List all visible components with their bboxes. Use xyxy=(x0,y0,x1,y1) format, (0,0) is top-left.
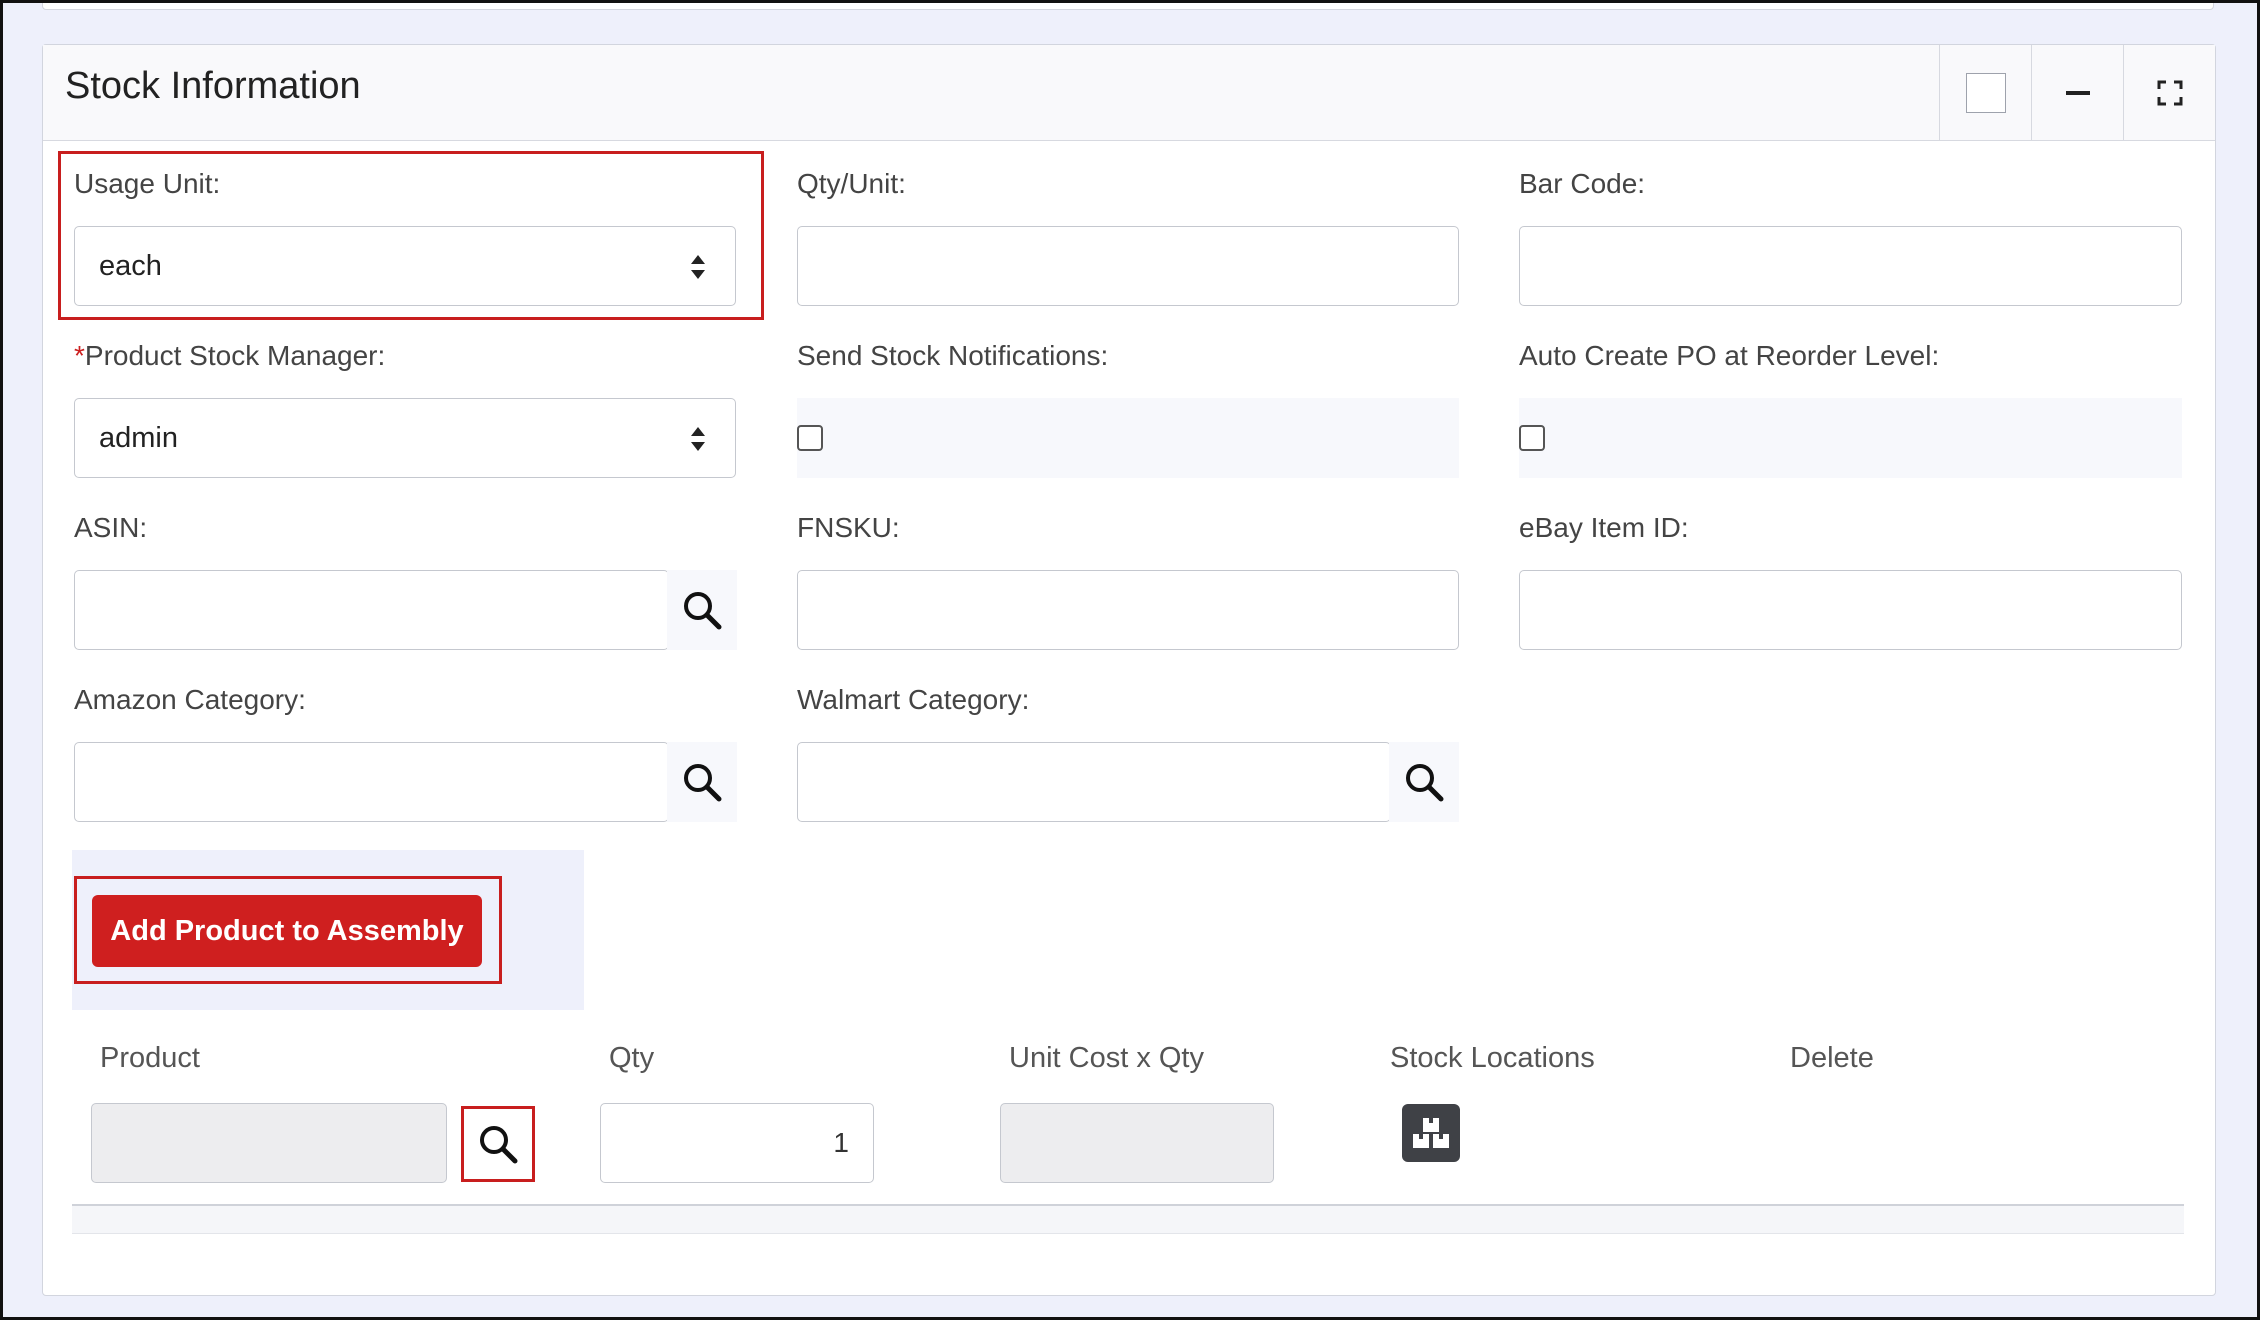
toggle-square-button[interactable] xyxy=(1939,45,2031,141)
panel-header: Stock Information xyxy=(43,45,2215,141)
column-header-delete: Delete xyxy=(1790,1042,1874,1074)
qty-unit-label: Qty/Unit: xyxy=(797,168,906,199)
bar-code-label: Bar Code: xyxy=(1519,168,1646,199)
qty-unit-input[interactable] xyxy=(797,226,1459,306)
stock-locations-button[interactable] xyxy=(1402,1104,1460,1162)
search-icon xyxy=(684,592,722,630)
amazon-category-search-button[interactable] xyxy=(667,742,737,822)
search-icon xyxy=(1406,764,1444,802)
send-stock-notifications-checkbox[interactable] xyxy=(797,425,823,451)
walmart-category-label: Walmart Category: xyxy=(797,684,1030,715)
column-header-product: Product xyxy=(100,1042,200,1074)
select-arrows-icon xyxy=(691,427,705,451)
search-icon xyxy=(684,764,722,802)
select-arrows-icon xyxy=(691,255,705,279)
product-field[interactable] xyxy=(91,1103,447,1183)
panel-title: Stock Information xyxy=(65,65,361,107)
product-stock-manager-value: admin xyxy=(99,421,178,454)
table-footer-band xyxy=(72,1206,2184,1234)
asin-search-button[interactable] xyxy=(667,570,737,650)
column-header-stock-locations: Stock Locations xyxy=(1390,1042,1595,1074)
fullscreen-button[interactable] xyxy=(2123,45,2215,141)
column-header-qty: Qty xyxy=(609,1042,655,1074)
search-icon xyxy=(480,1126,518,1164)
bar-code-input[interactable] xyxy=(1519,226,2182,306)
square-icon xyxy=(1965,73,2006,113)
product-stock-manager-text: Product Stock Manager: xyxy=(84,340,386,371)
fnsku-input[interactable] xyxy=(797,570,1459,650)
auto-create-po-area xyxy=(1519,398,2182,478)
add-product-to-assembly-button[interactable]: Add Product to Assembly xyxy=(92,895,482,967)
auto-create-po-label: Auto Create PO at Reorder Level: xyxy=(1519,340,1940,371)
asin-label: ASIN: xyxy=(74,512,148,543)
send-stock-notifications-area xyxy=(797,398,1459,478)
boxes-icon xyxy=(1413,1118,1449,1148)
previous-panel-edge xyxy=(42,0,2214,10)
walmart-category-input[interactable] xyxy=(797,742,1391,822)
qty-input[interactable] xyxy=(600,1103,874,1183)
minimize-icon xyxy=(2065,91,2090,95)
fullscreen-icon xyxy=(2157,80,2182,106)
usage-unit-value: each xyxy=(99,249,162,282)
ebay-item-id-label: eBay Item ID: xyxy=(1519,512,1689,543)
ebay-item-id-input[interactable] xyxy=(1519,570,2182,650)
unit-cost-x-qty-field xyxy=(1000,1103,1274,1183)
send-stock-notifications-label: Send Stock Notifications: xyxy=(797,340,1109,371)
amazon-category-input[interactable] xyxy=(74,742,669,822)
usage-unit-label: Usage Unit: xyxy=(74,168,221,199)
usage-unit-select[interactable]: each xyxy=(74,226,736,306)
walmart-category-search-button[interactable] xyxy=(1389,742,1459,822)
auto-create-po-checkbox[interactable] xyxy=(1519,425,1545,451)
fnsku-label: FNSKU: xyxy=(797,512,900,543)
column-header-unit-cost-x-qty: Unit Cost x Qty xyxy=(1009,1042,1204,1074)
amazon-category-label: Amazon Category: xyxy=(74,684,306,715)
product-stock-manager-label: *Product Stock Manager: xyxy=(74,340,385,372)
minimize-button[interactable] xyxy=(2031,45,2123,141)
product-stock-manager-select[interactable]: admin xyxy=(74,398,736,478)
product-search-button[interactable] xyxy=(461,1106,535,1182)
required-mark: * xyxy=(74,340,85,371)
asin-input[interactable] xyxy=(74,570,669,650)
